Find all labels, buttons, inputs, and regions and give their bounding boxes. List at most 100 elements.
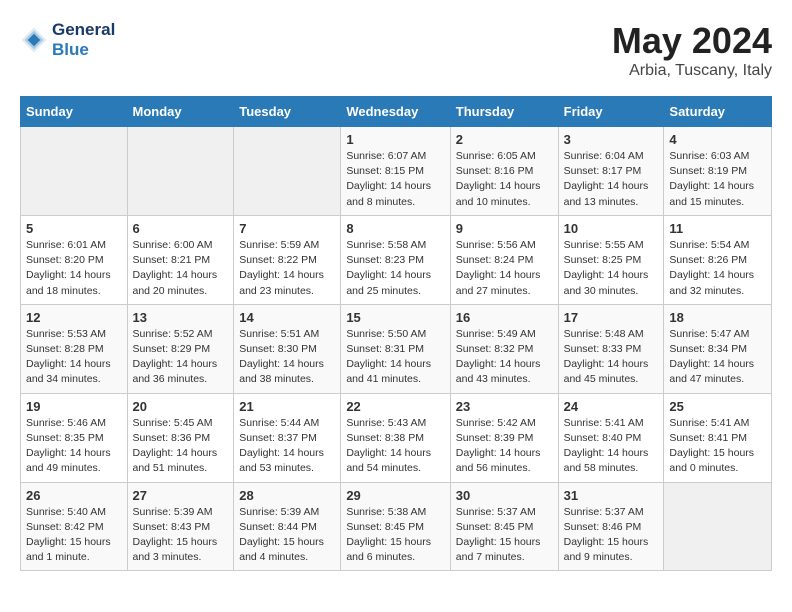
- page-header: General Blue May 2024 Arbia, Tuscany, It…: [20, 20, 772, 80]
- day-number: 16: [456, 310, 553, 325]
- calendar-cell: 19 Sunrise: 5:46 AM Sunset: 8:35 PM Dayli…: [21, 393, 128, 482]
- day-number: 3: [564, 132, 659, 147]
- day-info: Sunrise: 6:07 AM Sunset: 8:15 PM Dayligh…: [346, 149, 444, 210]
- location-subtitle: Arbia, Tuscany, Italy: [612, 62, 772, 80]
- calendar-cell: 26 Sunrise: 5:40 AM Sunset: 8:42 PM Dayli…: [21, 482, 128, 571]
- day-number: 5: [26, 221, 122, 236]
- weekday-header-wednesday: Wednesday: [341, 97, 450, 127]
- month-title: May 2024: [612, 20, 772, 62]
- calendar-cell: 9 Sunrise: 5:56 AM Sunset: 8:24 PM Daylig…: [450, 215, 558, 304]
- day-info: Sunrise: 5:41 AM Sunset: 8:40 PM Dayligh…: [564, 416, 659, 477]
- day-number: 17: [564, 310, 659, 325]
- calendar-cell: 31 Sunrise: 5:37 AM Sunset: 8:46 PM Dayli…: [558, 482, 664, 571]
- day-info: Sunrise: 5:56 AM Sunset: 8:24 PM Dayligh…: [456, 238, 553, 299]
- day-number: 12: [26, 310, 122, 325]
- calendar-cell: 4 Sunrise: 6:03 AM Sunset: 8:19 PM Daylig…: [664, 127, 772, 216]
- calendar-table: SundayMondayTuesdayWednesdayThursdayFrid…: [20, 96, 772, 571]
- weekday-header-monday: Monday: [127, 97, 234, 127]
- calendar-cell: [21, 127, 128, 216]
- day-info: Sunrise: 5:47 AM Sunset: 8:34 PM Dayligh…: [669, 327, 766, 388]
- day-info: Sunrise: 5:37 AM Sunset: 8:46 PM Dayligh…: [564, 505, 659, 566]
- day-number: 6: [133, 221, 229, 236]
- day-info: Sunrise: 6:04 AM Sunset: 8:17 PM Dayligh…: [564, 149, 659, 210]
- calendar-cell: 14 Sunrise: 5:51 AM Sunset: 8:30 PM Dayli…: [234, 304, 341, 393]
- day-info: Sunrise: 5:59 AM Sunset: 8:22 PM Dayligh…: [239, 238, 335, 299]
- day-number: 23: [456, 399, 553, 414]
- calendar-cell: 11 Sunrise: 5:54 AM Sunset: 8:26 PM Dayli…: [664, 215, 772, 304]
- calendar-cell: [664, 482, 772, 571]
- calendar-cell: 20 Sunrise: 5:45 AM Sunset: 8:36 PM Dayli…: [127, 393, 234, 482]
- day-number: 29: [346, 488, 444, 503]
- day-info: Sunrise: 5:55 AM Sunset: 8:25 PM Dayligh…: [564, 238, 659, 299]
- day-info: Sunrise: 5:54 AM Sunset: 8:26 PM Dayligh…: [669, 238, 766, 299]
- day-info: Sunrise: 5:53 AM Sunset: 8:28 PM Dayligh…: [26, 327, 122, 388]
- day-number: 14: [239, 310, 335, 325]
- calendar-cell: 3 Sunrise: 6:04 AM Sunset: 8:17 PM Daylig…: [558, 127, 664, 216]
- day-info: Sunrise: 5:39 AM Sunset: 8:44 PM Dayligh…: [239, 505, 335, 566]
- day-info: Sunrise: 5:44 AM Sunset: 8:37 PM Dayligh…: [239, 416, 335, 477]
- calendar-cell: 1 Sunrise: 6:07 AM Sunset: 8:15 PM Daylig…: [341, 127, 450, 216]
- day-number: 26: [26, 488, 122, 503]
- day-info: Sunrise: 5:42 AM Sunset: 8:39 PM Dayligh…: [456, 416, 553, 477]
- day-info: Sunrise: 6:01 AM Sunset: 8:20 PM Dayligh…: [26, 238, 122, 299]
- day-info: Sunrise: 5:46 AM Sunset: 8:35 PM Dayligh…: [26, 416, 122, 477]
- day-number: 27: [133, 488, 229, 503]
- day-number: 10: [564, 221, 659, 236]
- calendar-cell: 16Sunrise: 5:49 AM Sunset: 8:32 PM Dayli…: [450, 304, 558, 393]
- calendar-week-row: 1 Sunrise: 6:07 AM Sunset: 8:15 PM Daylig…: [21, 127, 772, 216]
- calendar-cell: 28 Sunrise: 5:39 AM Sunset: 8:44 PM Dayli…: [234, 482, 341, 571]
- day-number: 20: [133, 399, 229, 414]
- day-number: 18: [669, 310, 766, 325]
- day-info: Sunrise: 5:39 AM Sunset: 8:43 PM Dayligh…: [133, 505, 229, 566]
- day-info: Sunrise: 5:40 AM Sunset: 8:42 PM Dayligh…: [26, 505, 122, 566]
- calendar-cell: 12 Sunrise: 5:53 AM Sunset: 8:28 PM Dayli…: [21, 304, 128, 393]
- day-number: 11: [669, 221, 766, 236]
- calendar-cell: 24 Sunrise: 5:41 AM Sunset: 8:40 PM Dayli…: [558, 393, 664, 482]
- calendar-cell: 15Sunrise: 5:50 AM Sunset: 8:31 PM Dayli…: [341, 304, 450, 393]
- day-number: 19: [26, 399, 122, 414]
- calendar-cell: 18 Sunrise: 5:47 AM Sunset: 8:34 PM Dayli…: [664, 304, 772, 393]
- day-number: 4: [669, 132, 766, 147]
- calendar-week-row: 19 Sunrise: 5:46 AM Sunset: 8:35 PM Dayli…: [21, 393, 772, 482]
- weekday-header-row: SundayMondayTuesdayWednesdayThursdayFrid…: [21, 97, 772, 127]
- day-number: 30: [456, 488, 553, 503]
- calendar-cell: [127, 127, 234, 216]
- logo-text-blue: Blue: [52, 40, 115, 60]
- weekday-header-friday: Friday: [558, 97, 664, 127]
- calendar-cell: 13 Sunrise: 5:52 AM Sunset: 8:29 PM Dayli…: [127, 304, 234, 393]
- logo-icon: [20, 26, 48, 54]
- day-info: Sunrise: 5:52 AM Sunset: 8:29 PM Dayligh…: [133, 327, 229, 388]
- calendar-cell: 2Sunrise: 6:05 AM Sunset: 8:16 PM Daylig…: [450, 127, 558, 216]
- day-info: Sunrise: 6:03 AM Sunset: 8:19 PM Dayligh…: [669, 149, 766, 210]
- day-number: 1: [346, 132, 444, 147]
- weekday-header-thursday: Thursday: [450, 97, 558, 127]
- day-info: Sunrise: 6:00 AM Sunset: 8:21 PM Dayligh…: [133, 238, 229, 299]
- day-info: Sunrise: 5:41 AM Sunset: 8:41 PM Dayligh…: [669, 416, 766, 477]
- calendar-cell: [234, 127, 341, 216]
- day-info: Sunrise: 5:45 AM Sunset: 8:36 PM Dayligh…: [133, 416, 229, 477]
- day-number: 28: [239, 488, 335, 503]
- day-number: 13: [133, 310, 229, 325]
- calendar-cell: 27 Sunrise: 5:39 AM Sunset: 8:43 PM Dayli…: [127, 482, 234, 571]
- calendar-cell: 25Sunrise: 5:41 AM Sunset: 8:41 PM Dayli…: [664, 393, 772, 482]
- calendar-cell: 6 Sunrise: 6:00 AM Sunset: 8:21 PM Daylig…: [127, 215, 234, 304]
- calendar-cell: 17 Sunrise: 5:48 AM Sunset: 8:33 PM Dayli…: [558, 304, 664, 393]
- calendar-week-row: 26 Sunrise: 5:40 AM Sunset: 8:42 PM Dayli…: [21, 482, 772, 571]
- calendar-cell: 23 Sunrise: 5:42 AM Sunset: 8:39 PM Dayli…: [450, 393, 558, 482]
- day-number: 15: [346, 310, 444, 325]
- calendar-cell: 7 Sunrise: 5:59 AM Sunset: 8:22 PM Daylig…: [234, 215, 341, 304]
- day-number: 21: [239, 399, 335, 414]
- title-block: May 2024 Arbia, Tuscany, Italy: [612, 20, 772, 80]
- day-info: Sunrise: 6:05 AM Sunset: 8:16 PM Dayligh…: [456, 149, 553, 210]
- day-number: 24: [564, 399, 659, 414]
- day-number: 22: [346, 399, 444, 414]
- day-number: 31: [564, 488, 659, 503]
- weekday-header-sunday: Sunday: [21, 97, 128, 127]
- day-number: 7: [239, 221, 335, 236]
- calendar-cell: 22Sunrise: 5:43 AM Sunset: 8:38 PM Dayli…: [341, 393, 450, 482]
- day-info: Sunrise: 5:51 AM Sunset: 8:30 PM Dayligh…: [239, 327, 335, 388]
- day-info: Sunrise: 5:48 AM Sunset: 8:33 PM Dayligh…: [564, 327, 659, 388]
- calendar-cell: 10 Sunrise: 5:55 AM Sunset: 8:25 PM Dayli…: [558, 215, 664, 304]
- day-info: Sunrise: 5:38 AM Sunset: 8:45 PM Dayligh…: [346, 505, 444, 566]
- day-number: 9: [456, 221, 553, 236]
